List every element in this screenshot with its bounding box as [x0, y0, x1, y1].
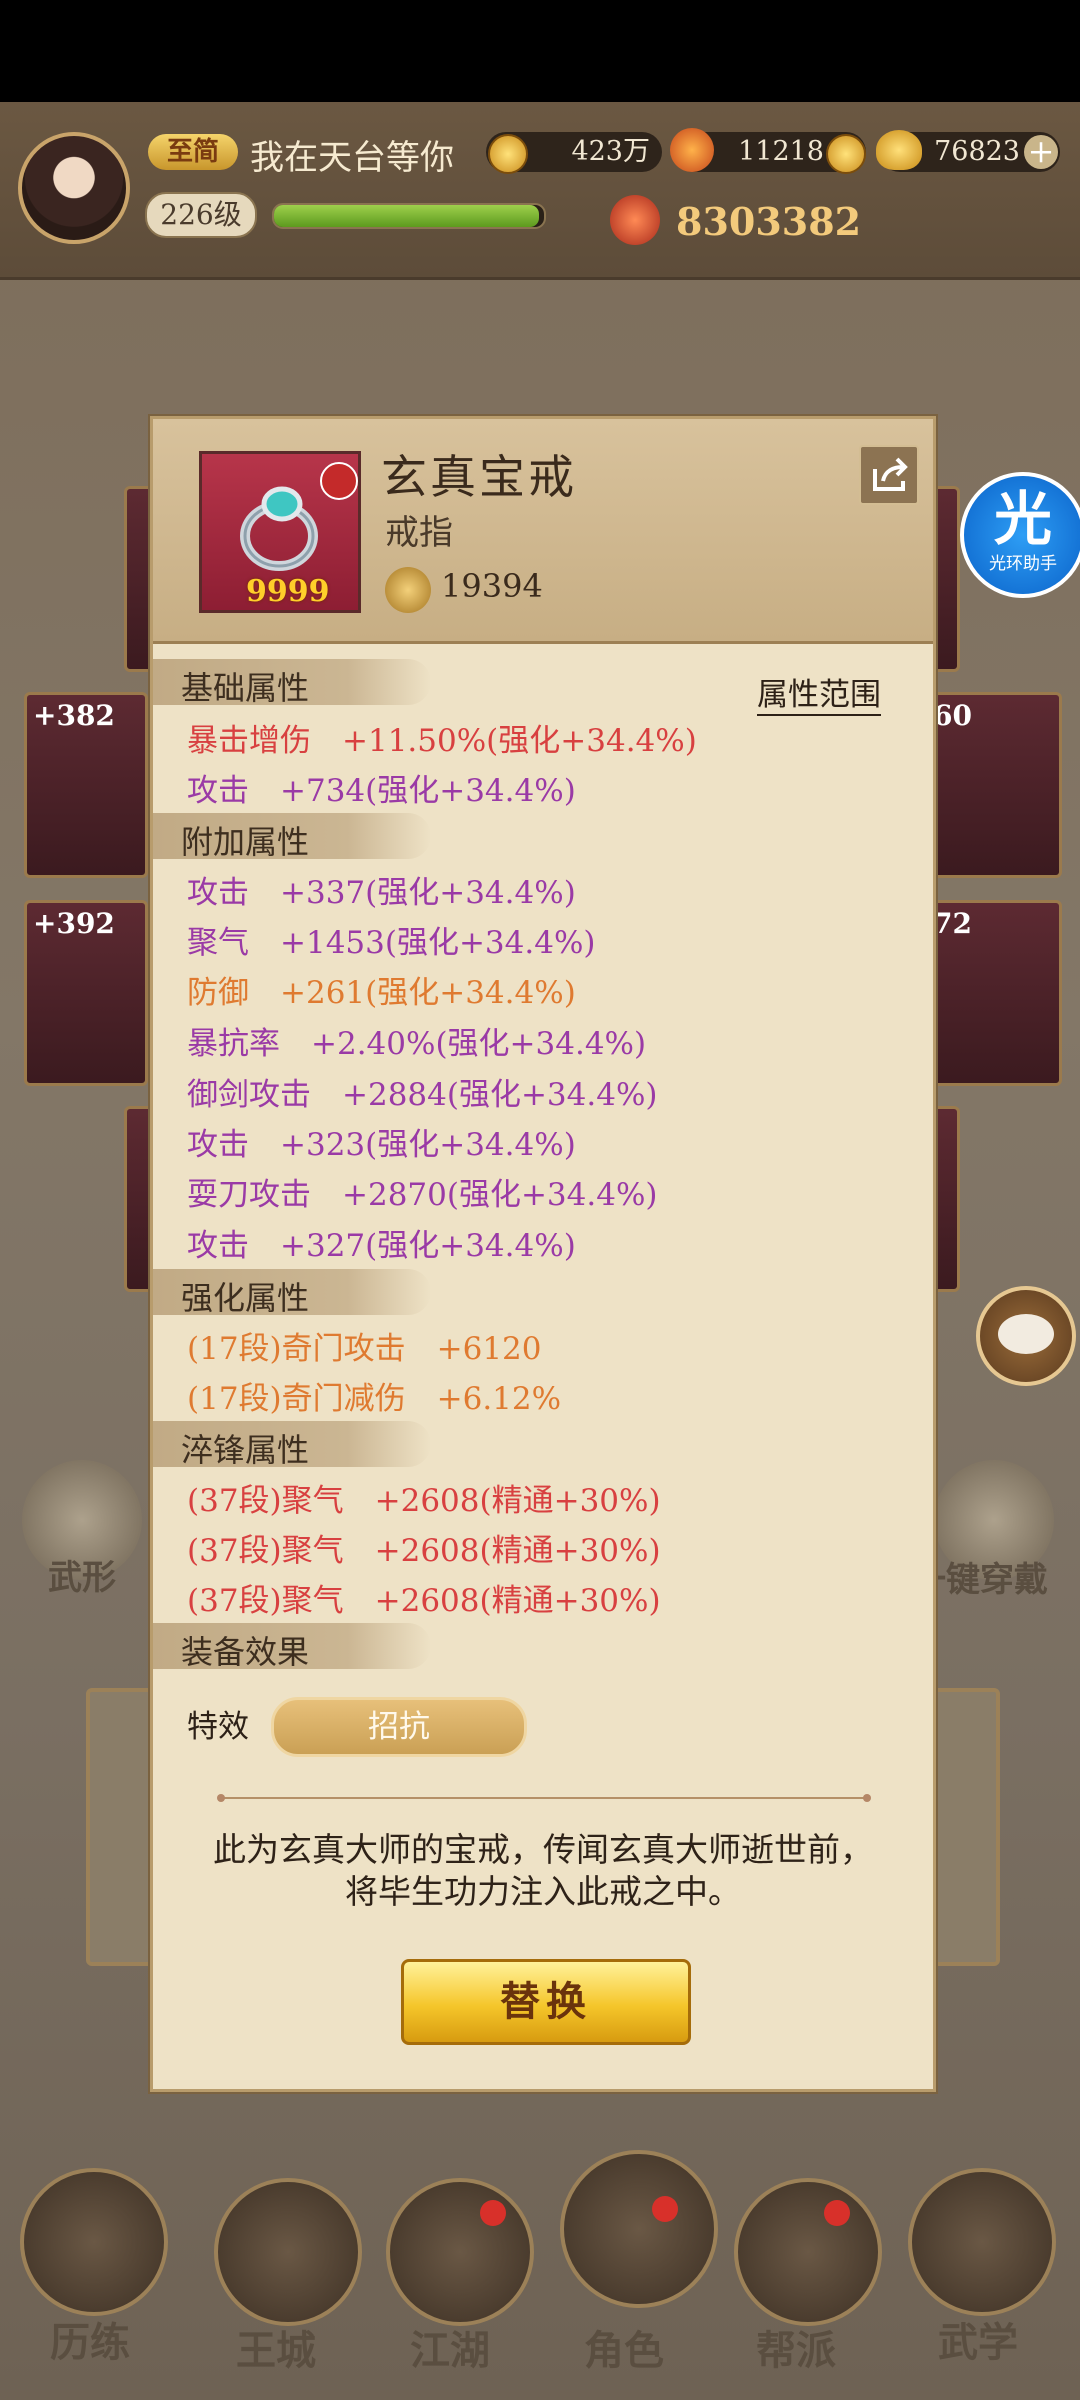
item-icon: 9999 [199, 451, 361, 613]
effect-badge[interactable]: 招抗 [271, 1697, 527, 1757]
section-header: 基础属性 [153, 659, 431, 707]
chat-bubble-icon [998, 1314, 1054, 1354]
nav-lilian-label: 历练 [50, 2319, 130, 2366]
item-description: 此为玄真大师的宝戒，传闻玄真大师逝世前，将毕生功力注入此戒之中。 [213, 1830, 873, 1911]
section-header: 强化属性 [153, 1269, 431, 1317]
section-title: 强化属性 [181, 1279, 310, 1317]
equip-slot[interactable]: 60 [930, 692, 1062, 878]
section-title: 附加属性 [181, 823, 310, 861]
combat-power: 8303382 [676, 199, 862, 244]
equip-slot[interactable]: +392 [24, 900, 148, 1086]
avatar[interactable] [18, 132, 130, 244]
attribute-line: 防御 +261(强化+34.4%) [187, 975, 576, 1011]
section-header: 附加属性 [153, 813, 431, 861]
coin-stack-icon [826, 134, 866, 174]
attribute-line: (37段)聚气 +2608(精通+30%) [187, 1483, 661, 1519]
section-header: 装备效果 [153, 1623, 431, 1671]
jade-value: 11218 [738, 136, 824, 167]
level-badge: 226级 [145, 192, 257, 238]
item-score: 19394 [441, 567, 543, 605]
attribute-line: 暴抗率 +2.40%(强化+34.4%) [187, 1026, 647, 1062]
slot-level: 60 [933, 699, 972, 732]
divider-dot [217, 1794, 225, 1802]
add-gold-icon[interactable]: + [1024, 135, 1058, 169]
attribute-line: 耍刀攻击 +2870(强化+34.4%) [187, 1177, 658, 1213]
attribute-line: 攻击 +327(强化+34.4%) [187, 1228, 576, 1264]
chat-button[interactable] [976, 1286, 1076, 1386]
nav-jianghu-label: 江湖 [410, 2327, 490, 2374]
section-title: 装备效果 [181, 1633, 310, 1671]
panel-frame [86, 1688, 158, 1966]
ring-icon [240, 486, 318, 571]
player-name: 我在天台等你 [250, 138, 454, 178]
notification-dot [652, 2196, 678, 2222]
gold-value: 76823 [934, 136, 1020, 167]
wuxing-label: 武形 [48, 1558, 116, 1598]
notification-dot [480, 2200, 506, 2226]
attribute-line: (37段)聚气 +2608(精通+30%) [187, 1583, 661, 1619]
assistant-button[interactable]: 光 光环助手 [960, 472, 1080, 598]
coin-value: 423万 [571, 136, 650, 167]
assistant-label: 光环助手 [989, 554, 1057, 574]
light-icon: 光 [993, 485, 1052, 553]
power-icon [610, 195, 660, 245]
attribute-range-link[interactable]: 属性范围 [757, 669, 881, 716]
coin-counter: 423万 [486, 132, 662, 174]
nav-wuxue-button[interactable] [908, 2168, 1056, 2316]
item-header: 9999 玄真宝戒 戒指 19394 [153, 419, 933, 644]
item-type: 戒指 [385, 513, 453, 553]
slot-level: 72 [933, 907, 972, 940]
nav-juese-button[interactable] [560, 2150, 718, 2308]
section-header: 淬锋属性 [153, 1421, 431, 1469]
section-title: 淬锋属性 [181, 1431, 310, 1469]
attribute-line: 暴击增伤 +11.50%(强化+34.4%) [187, 723, 697, 759]
nav-wangcheng-label: 王城 [236, 2327, 316, 2374]
nav-wuxue-label: 武学 [938, 2319, 1018, 2366]
attribute-line: (37段)聚气 +2608(精通+30%) [187, 1533, 661, 1569]
score-icon [385, 567, 431, 613]
attribute-line: 攻击 +337(强化+34.4%) [187, 875, 576, 911]
share-icon [873, 457, 908, 491]
vip-badge: 至简 [148, 134, 238, 170]
item-name: 玄真宝戒 [381, 450, 577, 504]
jade-counter: 11218 [670, 128, 866, 174]
equip-slot[interactable]: 72 [930, 900, 1062, 1086]
attribute-line: (17段)奇门减伤 +6.12% [187, 1381, 562, 1417]
replace-button[interactable]: 替换 [401, 1959, 691, 2045]
notification-dot [824, 2200, 850, 2226]
nav-juese-label: 角色 [584, 2327, 664, 2374]
attribute-line: 攻击 +323(强化+34.4%) [187, 1127, 576, 1163]
panel-frame [928, 1688, 1000, 1966]
item-quantity: 9999 [246, 574, 330, 609]
nav-jianghu-button[interactable] [386, 2178, 534, 2326]
equip-slot[interactable]: +382 [24, 692, 148, 878]
gold-counter: 76823 + [876, 130, 1060, 172]
divider-dot [863, 1794, 871, 1802]
slot-level: +382 [33, 699, 115, 732]
nav-lilian-button[interactable] [20, 2168, 168, 2316]
nav-wangcheng-button[interactable] [214, 2178, 362, 2326]
effect-label: 特效 [187, 1709, 249, 1745]
attribute-line: 御剑攻击 +2884(强化+34.4%) [187, 1077, 658, 1113]
nav-bangpai-button[interactable] [734, 2178, 882, 2326]
top-bar [0, 102, 1080, 280]
section-title: 基础属性 [181, 669, 310, 707]
slot-level: +392 [33, 907, 115, 940]
quality-badge-icon [320, 462, 358, 500]
nav-bangpai-label: 帮派 [756, 2327, 836, 2374]
item-detail-modal: 9999 玄真宝戒 戒指 19394 属性范围 基础属性 暴击增伤 +11.50… [150, 416, 936, 2092]
share-button[interactable] [859, 445, 919, 505]
divider [221, 1797, 865, 1799]
attribute-line: 聚气 +1453(强化+34.4%) [187, 925, 596, 961]
attribute-line: (17段)奇门攻击 +6120 [187, 1331, 542, 1367]
attribute-line: 攻击 +734(强化+34.4%) [187, 773, 576, 809]
xp-fill [274, 205, 539, 227]
xp-bar [272, 203, 546, 229]
